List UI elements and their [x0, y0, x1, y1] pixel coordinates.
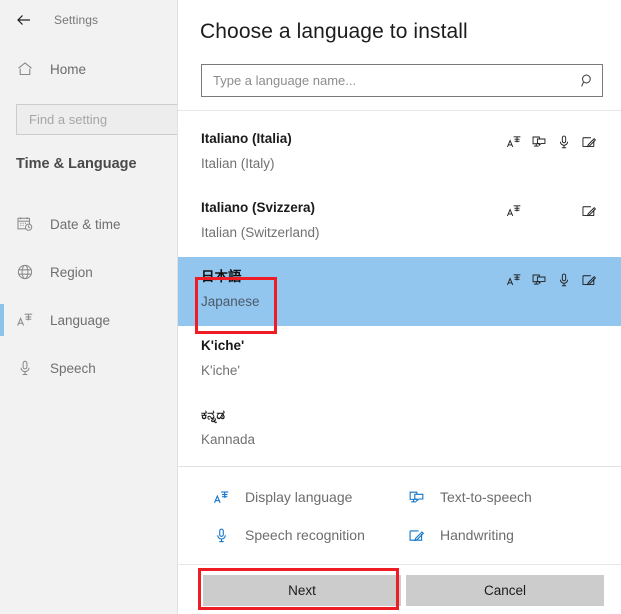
sidebar-item-speech-label: Speech [50, 361, 96, 376]
language-english-name: Kannada [201, 431, 621, 449]
display-language-icon [16, 311, 38, 329]
settings-app-window: Settings Home Find a setting Time & Lang… [0, 0, 621, 614]
window-title: Settings [54, 13, 98, 27]
language-english-name: K'iche' [201, 362, 621, 380]
back-arrow-icon [15, 11, 33, 29]
cancel-button[interactable]: Cancel [406, 575, 604, 606]
calendar-clock-icon [16, 215, 38, 233]
language-english-name: Japanese [201, 293, 621, 311]
text-to-speech-icon [526, 269, 551, 291]
display-language-icon [501, 269, 526, 291]
speech-recognition-icon [551, 131, 576, 153]
legend-display-language-label: Display language [245, 489, 352, 505]
capabilities-legend: Display language Text-to-speech [178, 466, 621, 564]
list-item-selected[interactable]: 日本語 Japanese [178, 257, 621, 326]
sidebar-item-home-label: Home [50, 62, 86, 77]
sidebar-item-language[interactable]: Language [0, 296, 178, 344]
window-titlebar: Settings [0, 0, 178, 40]
language-capabilities [501, 131, 601, 153]
display-language-icon [208, 485, 234, 509]
globe-icon [16, 263, 38, 281]
legend-display-language: Display language [208, 478, 403, 516]
legend-speech-recognition-label: Speech recognition [245, 527, 365, 543]
language-search-placeholder: Type a language name... [202, 73, 572, 88]
sidebar-item-date-time[interactable]: Date & time [0, 200, 178, 248]
sidebar-item-region[interactable]: Region [0, 248, 178, 296]
display-language-icon [501, 200, 526, 222]
find-a-setting-input[interactable]: Find a setting [16, 104, 196, 135]
list-item[interactable]: Italiano (Svizzera) Italian (Switzerland… [178, 188, 621, 257]
language-search-input[interactable]: Type a language name... [201, 64, 603, 97]
dialog-title: Choose a language to install [200, 20, 468, 44]
sidebar-nav-list: Date & time Region [0, 200, 178, 392]
language-native-name: K'iche' [201, 337, 621, 355]
search-icon[interactable] [572, 73, 602, 88]
settings-sidebar: Settings Home Find a setting Time & Lang… [0, 0, 178, 614]
speech-recognition-icon [551, 269, 576, 291]
language-english-name: Italian (Switzerland) [201, 224, 621, 242]
text-to-speech-icon-absent [526, 200, 551, 222]
language-english-name: Italian (Italy) [201, 155, 621, 173]
sidebar-item-region-label: Region [50, 265, 93, 280]
language-native-name: ಕನ್ನಡ [201, 406, 621, 424]
microphone-icon [208, 523, 234, 547]
language-list[interactable]: Italiano (Italia) Italian (Italy) [178, 110, 621, 465]
text-to-speech-icon [403, 485, 429, 509]
sidebar-item-language-label: Language [50, 313, 110, 328]
display-language-icon [501, 131, 526, 153]
choose-language-dialog: Choose a language to install Type a lang… [177, 0, 621, 614]
legend-speech-recognition: Speech recognition [208, 516, 403, 554]
legend-text-to-speech-label: Text-to-speech [440, 489, 532, 505]
legend-text-to-speech: Text-to-speech [403, 478, 598, 516]
sidebar-item-speech[interactable]: Speech [0, 344, 178, 392]
dialog-footer: Next Cancel [178, 564, 621, 614]
handwriting-icon [576, 269, 601, 291]
list-item[interactable]: K'iche' K'iche' [178, 326, 621, 395]
find-a-setting-placeholder: Find a setting [29, 112, 107, 127]
text-to-speech-icon [526, 131, 551, 153]
sidebar-section-title: Time & Language [16, 156, 137, 172]
legend-handwriting: Handwriting [403, 516, 598, 554]
language-capabilities [501, 200, 601, 222]
language-capabilities [501, 269, 601, 291]
handwriting-icon [403, 523, 429, 547]
home-icon [16, 60, 38, 78]
list-item-partial [178, 111, 621, 119]
microphone-icon [16, 359, 38, 377]
handwriting-icon [576, 131, 601, 153]
list-item[interactable]: Italiano (Italia) Italian (Italy) [178, 119, 621, 188]
back-button[interactable] [4, 2, 44, 38]
list-item[interactable]: ಕನ್ನಡ Kannada [178, 395, 621, 464]
sidebar-item-home[interactable]: Home [0, 50, 178, 88]
legend-handwriting-label: Handwriting [440, 527, 514, 543]
handwriting-icon [576, 200, 601, 222]
speech-recognition-icon-absent [551, 200, 576, 222]
next-button[interactable]: Next [203, 575, 401, 606]
sidebar-item-date-time-label: Date & time [50, 217, 121, 232]
